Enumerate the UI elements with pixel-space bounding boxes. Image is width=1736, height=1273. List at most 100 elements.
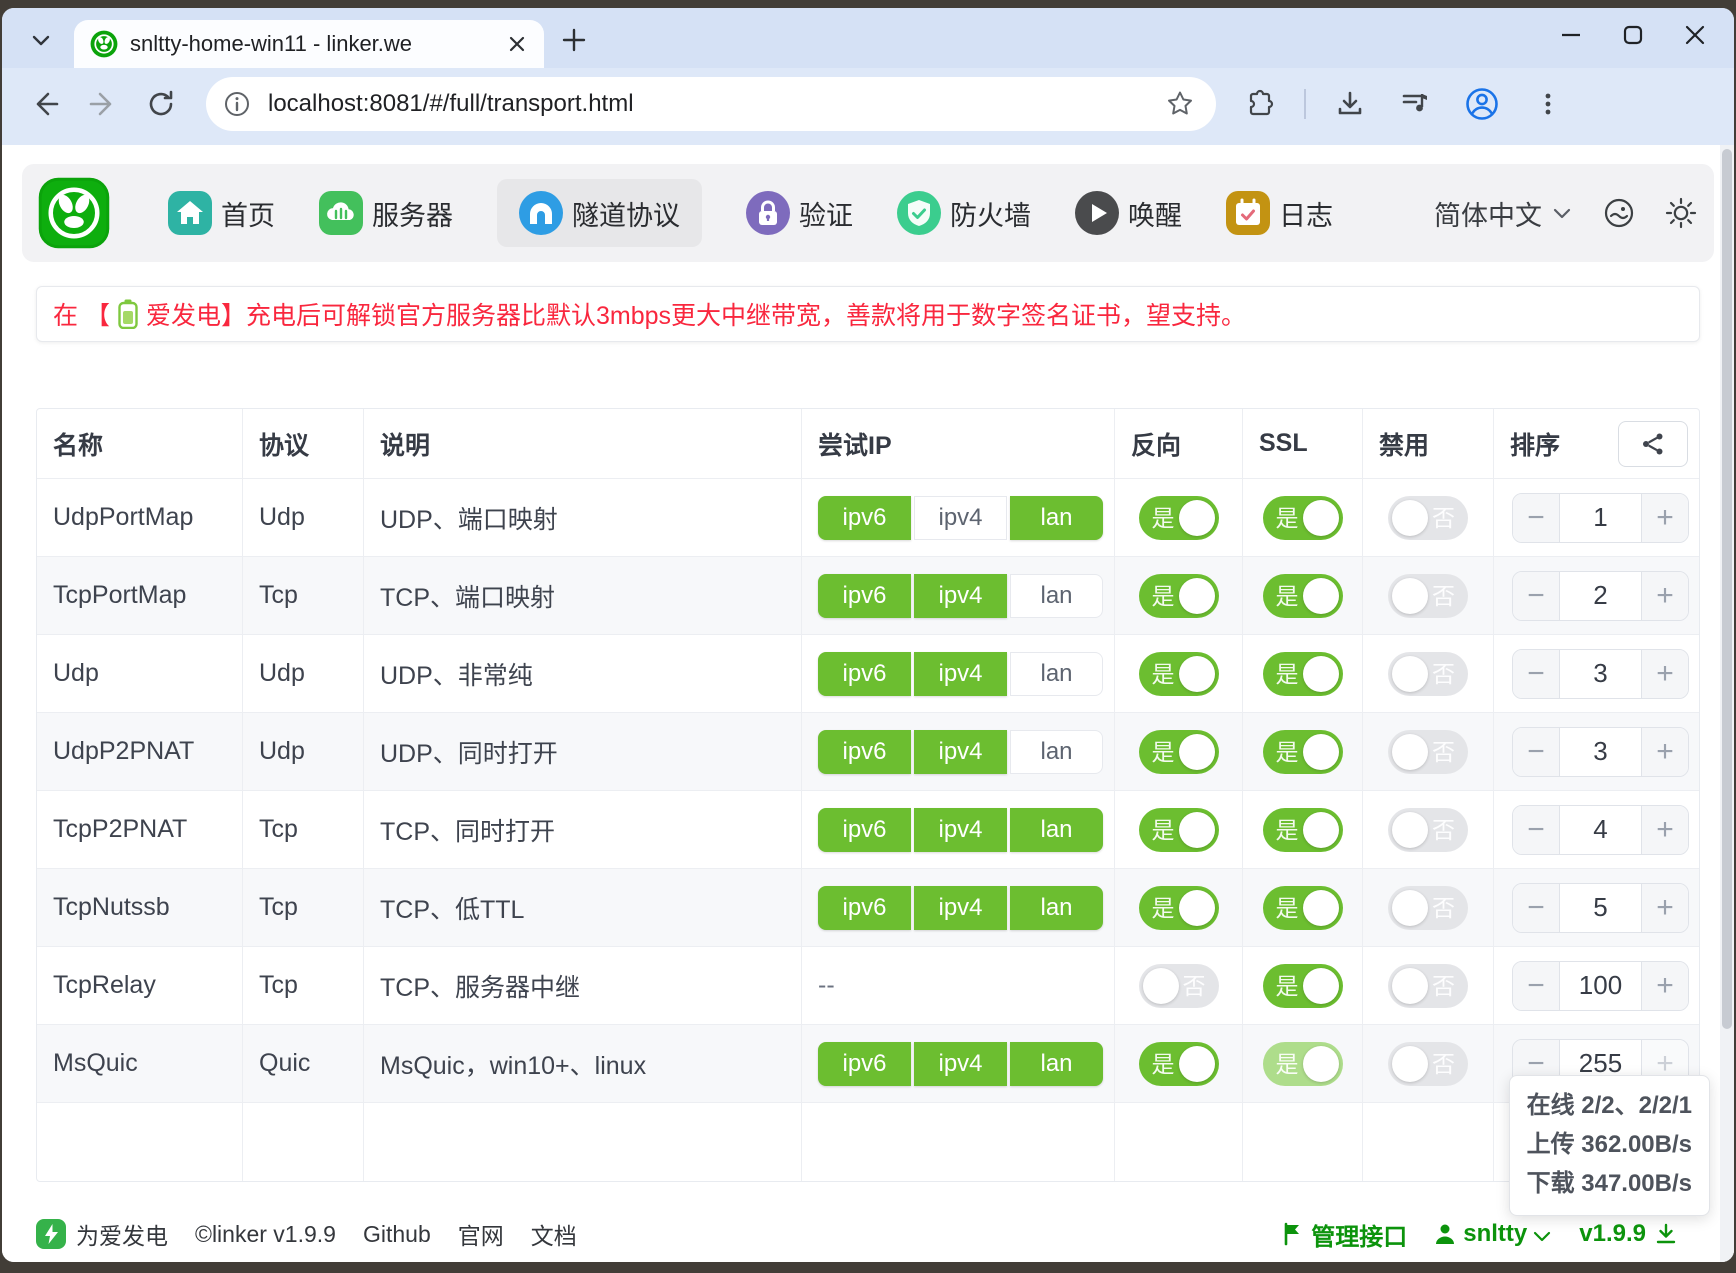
segment-ipv4[interactable]: ipv4 <box>914 574 1007 618</box>
sort-value-input[interactable]: 1 <box>1559 494 1642 542</box>
disabled-toggle[interactable]: 否 <box>1388 574 1468 618</box>
sort-decrease-button[interactable]: − <box>1513 806 1559 854</box>
segment-lan[interactable]: lan <box>1010 652 1103 696</box>
close-window-button[interactable] <box>1664 9 1726 61</box>
disabled-toggle[interactable]: 否 <box>1388 1042 1468 1086</box>
segment-lan[interactable]: lan <box>1010 574 1103 618</box>
segment-ipv6[interactable]: ipv6 <box>818 808 911 852</box>
profile-button[interactable] <box>1460 82 1504 126</box>
segment-lan[interactable]: lan <box>1010 730 1103 774</box>
segment-ipv6[interactable]: ipv6 <box>818 730 911 774</box>
nav-item-firewall[interactable]: 防火墙 <box>897 191 1031 235</box>
sort-value-input[interactable]: 100 <box>1559 962 1642 1010</box>
segment-ipv4[interactable]: ipv4 <box>914 496 1007 540</box>
ssl-toggle[interactable]: 是 <box>1263 808 1343 852</box>
sort-increase-button[interactable]: + <box>1642 494 1688 542</box>
forward-button[interactable] <box>80 81 126 127</box>
reverse-toggle[interactable]: 否 <box>1139 964 1219 1008</box>
reverse-toggle[interactable]: 是 <box>1139 1042 1219 1086</box>
reverse-toggle[interactable]: 是 <box>1139 652 1219 696</box>
sort-decrease-button[interactable]: − <box>1513 962 1559 1010</box>
sort-increase-button[interactable]: + <box>1642 572 1688 620</box>
sort-value-input[interactable]: 3 <box>1559 728 1642 776</box>
segment-ipv4[interactable]: ipv4 <box>914 730 1007 774</box>
footer-sponsor-link[interactable]: 为爱发电 <box>76 1217 168 1251</box>
sort-decrease-button[interactable]: − <box>1513 728 1559 776</box>
nav-item-server[interactable]: 服务器 <box>319 191 453 235</box>
ssl-toggle[interactable]: 是 <box>1263 496 1343 540</box>
reverse-toggle[interactable]: 是 <box>1139 730 1219 774</box>
new-tab-button[interactable] <box>554 20 594 60</box>
footer-docs-link[interactable]: 文档 <box>531 1217 577 1251</box>
sort-decrease-button[interactable]: − <box>1513 494 1559 542</box>
media-controls-button[interactable] <box>1394 82 1438 126</box>
reverse-toggle[interactable]: 是 <box>1139 886 1219 930</box>
admin-api-button[interactable]: 管理接口 <box>1281 1217 1407 1252</box>
sort-decrease-button[interactable]: − <box>1513 572 1559 620</box>
nav-item-log[interactable]: 日志 <box>1226 191 1333 235</box>
reverse-toggle[interactable]: 是 <box>1139 808 1219 852</box>
ssl-toggle[interactable]: 是 <box>1263 964 1343 1008</box>
minimize-button[interactable] <box>1540 9 1602 61</box>
ssl-toggle[interactable]: 是 <box>1263 886 1343 930</box>
sort-increase-button[interactable]: + <box>1642 728 1688 776</box>
nav-item-verify[interactable]: 验证 <box>746 191 853 235</box>
segment-ipv4[interactable]: ipv4 <box>914 1042 1007 1086</box>
segment-lan[interactable]: lan <box>1010 886 1103 930</box>
disabled-toggle[interactable]: 否 <box>1388 964 1468 1008</box>
url-bar[interactable]: localhost:8081/#/full/transport.html <box>206 77 1216 131</box>
ssl-toggle[interactable]: 是 <box>1263 1042 1343 1086</box>
segment-ipv6[interactable]: ipv6 <box>818 496 911 540</box>
nav-item-home[interactable]: 首页 <box>168 191 275 235</box>
version-download-link[interactable]: v1.9.9 <box>1579 1220 1684 1248</box>
disabled-toggle[interactable]: 否 <box>1388 730 1468 774</box>
sort-value-input[interactable]: 2 <box>1559 572 1642 620</box>
sort-decrease-button[interactable]: − <box>1513 650 1559 698</box>
sort-increase-button[interactable]: + <box>1642 650 1688 698</box>
segment-ipv6[interactable]: ipv6 <box>818 652 911 696</box>
site-info-icon[interactable] <box>220 87 254 121</box>
banner-sponsor-link[interactable]: 爱发电】 <box>146 296 246 332</box>
tab-search-button[interactable] <box>20 20 62 60</box>
theme-mode-button[interactable] <box>1602 196 1636 230</box>
disabled-toggle[interactable]: 否 <box>1388 652 1468 696</box>
light-mode-button[interactable] <box>1664 196 1698 230</box>
tab-close-button[interactable] <box>502 29 532 59</box>
reload-button[interactable] <box>138 81 184 127</box>
nav-item-tunnel-active[interactable]: 隧道协议 <box>497 179 702 247</box>
segment-ipv6[interactable]: ipv6 <box>818 574 911 618</box>
ssl-toggle[interactable]: 是 <box>1263 730 1343 774</box>
segment-ipv6[interactable]: ipv6 <box>818 1042 911 1086</box>
sort-value-input[interactable]: 3 <box>1559 650 1642 698</box>
sort-increase-button[interactable]: + <box>1642 806 1688 854</box>
sort-value-input[interactable]: 5 <box>1559 884 1642 932</box>
segment-ipv4[interactable]: ipv4 <box>914 652 1007 696</box>
scrollbar-thumb[interactable] <box>1722 149 1732 1029</box>
disabled-toggle[interactable]: 否 <box>1388 886 1468 930</box>
segment-ipv6[interactable]: ipv6 <box>818 886 911 930</box>
segment-lan[interactable]: lan <box>1010 496 1103 540</box>
reverse-toggle[interactable]: 是 <box>1139 496 1219 540</box>
linker-logo[interactable] <box>38 177 110 249</box>
bookmark-star-button[interactable] <box>1162 86 1198 122</box>
maximize-button[interactable] <box>1602 9 1664 61</box>
user-menu[interactable]: snltty <box>1433 1220 1553 1248</box>
ssl-toggle[interactable]: 是 <box>1263 574 1343 618</box>
segment-lan[interactable]: lan <box>1010 808 1103 852</box>
nav-item-wake[interactable]: 唤醒 <box>1075 191 1182 235</box>
disabled-toggle[interactable]: 否 <box>1388 808 1468 852</box>
footer-github-link[interactable]: Github <box>363 1221 431 1248</box>
disabled-toggle[interactable]: 否 <box>1388 496 1468 540</box>
sort-increase-button[interactable]: + <box>1642 884 1688 932</box>
segment-ipv4[interactable]: ipv4 <box>914 808 1007 852</box>
footer-site-link[interactable]: 官网 <box>458 1217 504 1251</box>
downloads-button[interactable] <box>1328 82 1372 126</box>
sort-value-input[interactable]: 4 <box>1559 806 1642 854</box>
ssl-toggle[interactable]: 是 <box>1263 652 1343 696</box>
extensions-button[interactable] <box>1238 82 1282 126</box>
page-scrollbar[interactable] <box>1720 145 1734 1262</box>
browser-menu-button[interactable] <box>1526 82 1570 126</box>
browser-tab[interactable]: snltty-home-win11 - linker.we <box>74 20 544 68</box>
reverse-toggle[interactable]: 是 <box>1139 574 1219 618</box>
language-selector[interactable]: 简体中文 <box>1434 194 1574 233</box>
